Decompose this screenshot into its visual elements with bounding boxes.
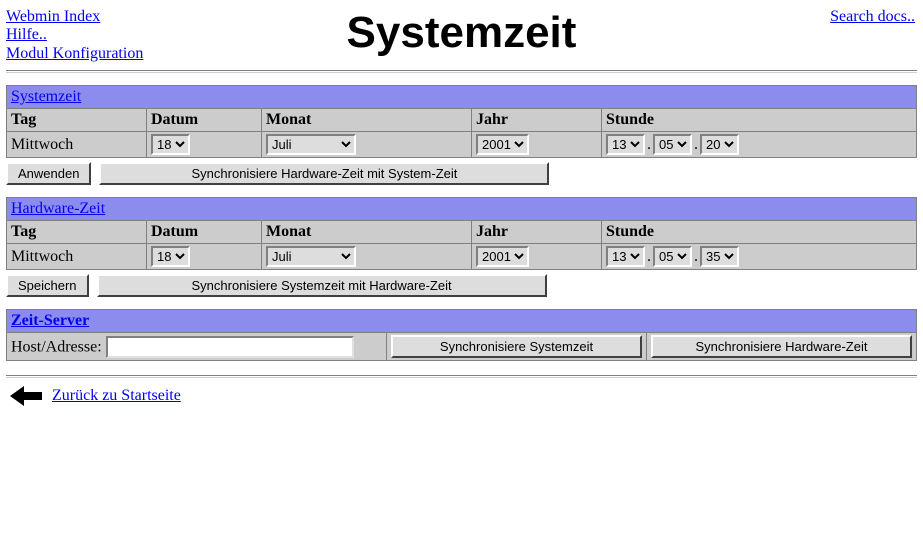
webmin-index-link[interactable]: Webmin Index xyxy=(6,8,143,26)
hw-label-monat: Monat xyxy=(262,221,472,244)
modul-konfig-link[interactable]: Modul Konfiguration xyxy=(6,45,143,63)
sys-hour-select[interactable]: 13 xyxy=(606,134,645,155)
hw-hour-select[interactable]: 13 xyxy=(606,246,645,267)
hardwarezeit-title-link[interactable]: Hardware-Zeit xyxy=(11,200,105,217)
sys-value-tag: Mittwoch xyxy=(7,132,147,158)
divider xyxy=(6,70,917,73)
sys-minute-select[interactable]: 05 xyxy=(653,134,692,155)
hw-second-select[interactable]: 35 xyxy=(700,246,739,267)
sys-datum-select[interactable]: 18 xyxy=(151,134,190,155)
zeitserver-title-link[interactable]: Zeit-Server xyxy=(11,312,89,329)
hardwarezeit-table: Hardware-Zeit Tag Datum Monat Jahr Stund… xyxy=(6,197,917,270)
hw-jahr-select[interactable]: 2001 xyxy=(476,246,529,267)
sys-label-stunde: Stunde xyxy=(602,109,917,132)
time-separator: . xyxy=(694,136,698,153)
speichern-button[interactable]: Speichern xyxy=(6,274,89,297)
sys-label-monat: Monat xyxy=(262,109,472,132)
time-separator: . xyxy=(647,136,651,153)
sys-label-datum: Datum xyxy=(147,109,262,132)
sync-system-with-hardware-button[interactable]: Synchronisiere Systemzeit mit Hardware-Z… xyxy=(97,274,547,297)
sync-systemzeit-button[interactable]: Synchronisiere Systemzeit xyxy=(391,335,642,358)
hw-label-stunde: Stunde xyxy=(602,221,917,244)
sys-jahr-select[interactable]: 2001 xyxy=(476,134,529,155)
anwenden-button[interactable]: Anwenden xyxy=(6,162,91,185)
sys-monat-select[interactable]: Juli xyxy=(266,134,356,155)
footer-back-row: Zurück zu Startseite xyxy=(10,386,917,406)
time-separator: . xyxy=(647,248,651,265)
hw-label-jahr: Jahr xyxy=(472,221,602,244)
hw-datum-select[interactable]: 18 xyxy=(151,246,190,267)
search-docs-link[interactable]: Search docs.. xyxy=(830,8,915,26)
zeitserver-table: Zeit-Server Host/Adresse: Synchronisiere… xyxy=(6,309,917,361)
hw-minute-select[interactable]: 05 xyxy=(653,246,692,267)
hw-label-tag: Tag xyxy=(7,221,147,244)
hw-value-tag: Mittwoch xyxy=(7,244,147,270)
hilfe-link[interactable]: Hilfe.. xyxy=(6,26,143,44)
hw-label-datum: Datum xyxy=(147,221,262,244)
time-separator: . xyxy=(694,248,698,265)
host-address-label: Host/Adresse: xyxy=(11,338,102,355)
sys-label-tag: Tag xyxy=(7,109,147,132)
back-arrow-icon[interactable] xyxy=(10,386,42,406)
systemzeit-title-link[interactable]: Systemzeit xyxy=(11,88,81,105)
sys-second-select[interactable]: 20 xyxy=(700,134,739,155)
hw-monat-select[interactable]: Juli xyxy=(266,246,356,267)
sys-label-jahr: Jahr xyxy=(472,109,602,132)
sync-hardware-with-system-button[interactable]: Synchronisiere Hardware-Zeit mit System-… xyxy=(99,162,549,185)
back-to-start-link[interactable]: Zurück zu Startseite xyxy=(52,387,181,405)
sync-hardwarezeit-button[interactable]: Synchronisiere Hardware-Zeit xyxy=(651,335,912,358)
systemzeit-table: Systemzeit Tag Datum Monat Jahr Stunde M… xyxy=(6,85,917,158)
header-row: Webmin Index Hilfe.. Modul Konfiguration… xyxy=(6,8,917,58)
divider xyxy=(6,375,917,378)
top-nav-links: Webmin Index Hilfe.. Modul Konfiguration xyxy=(6,8,143,63)
host-address-input[interactable] xyxy=(106,336,354,358)
